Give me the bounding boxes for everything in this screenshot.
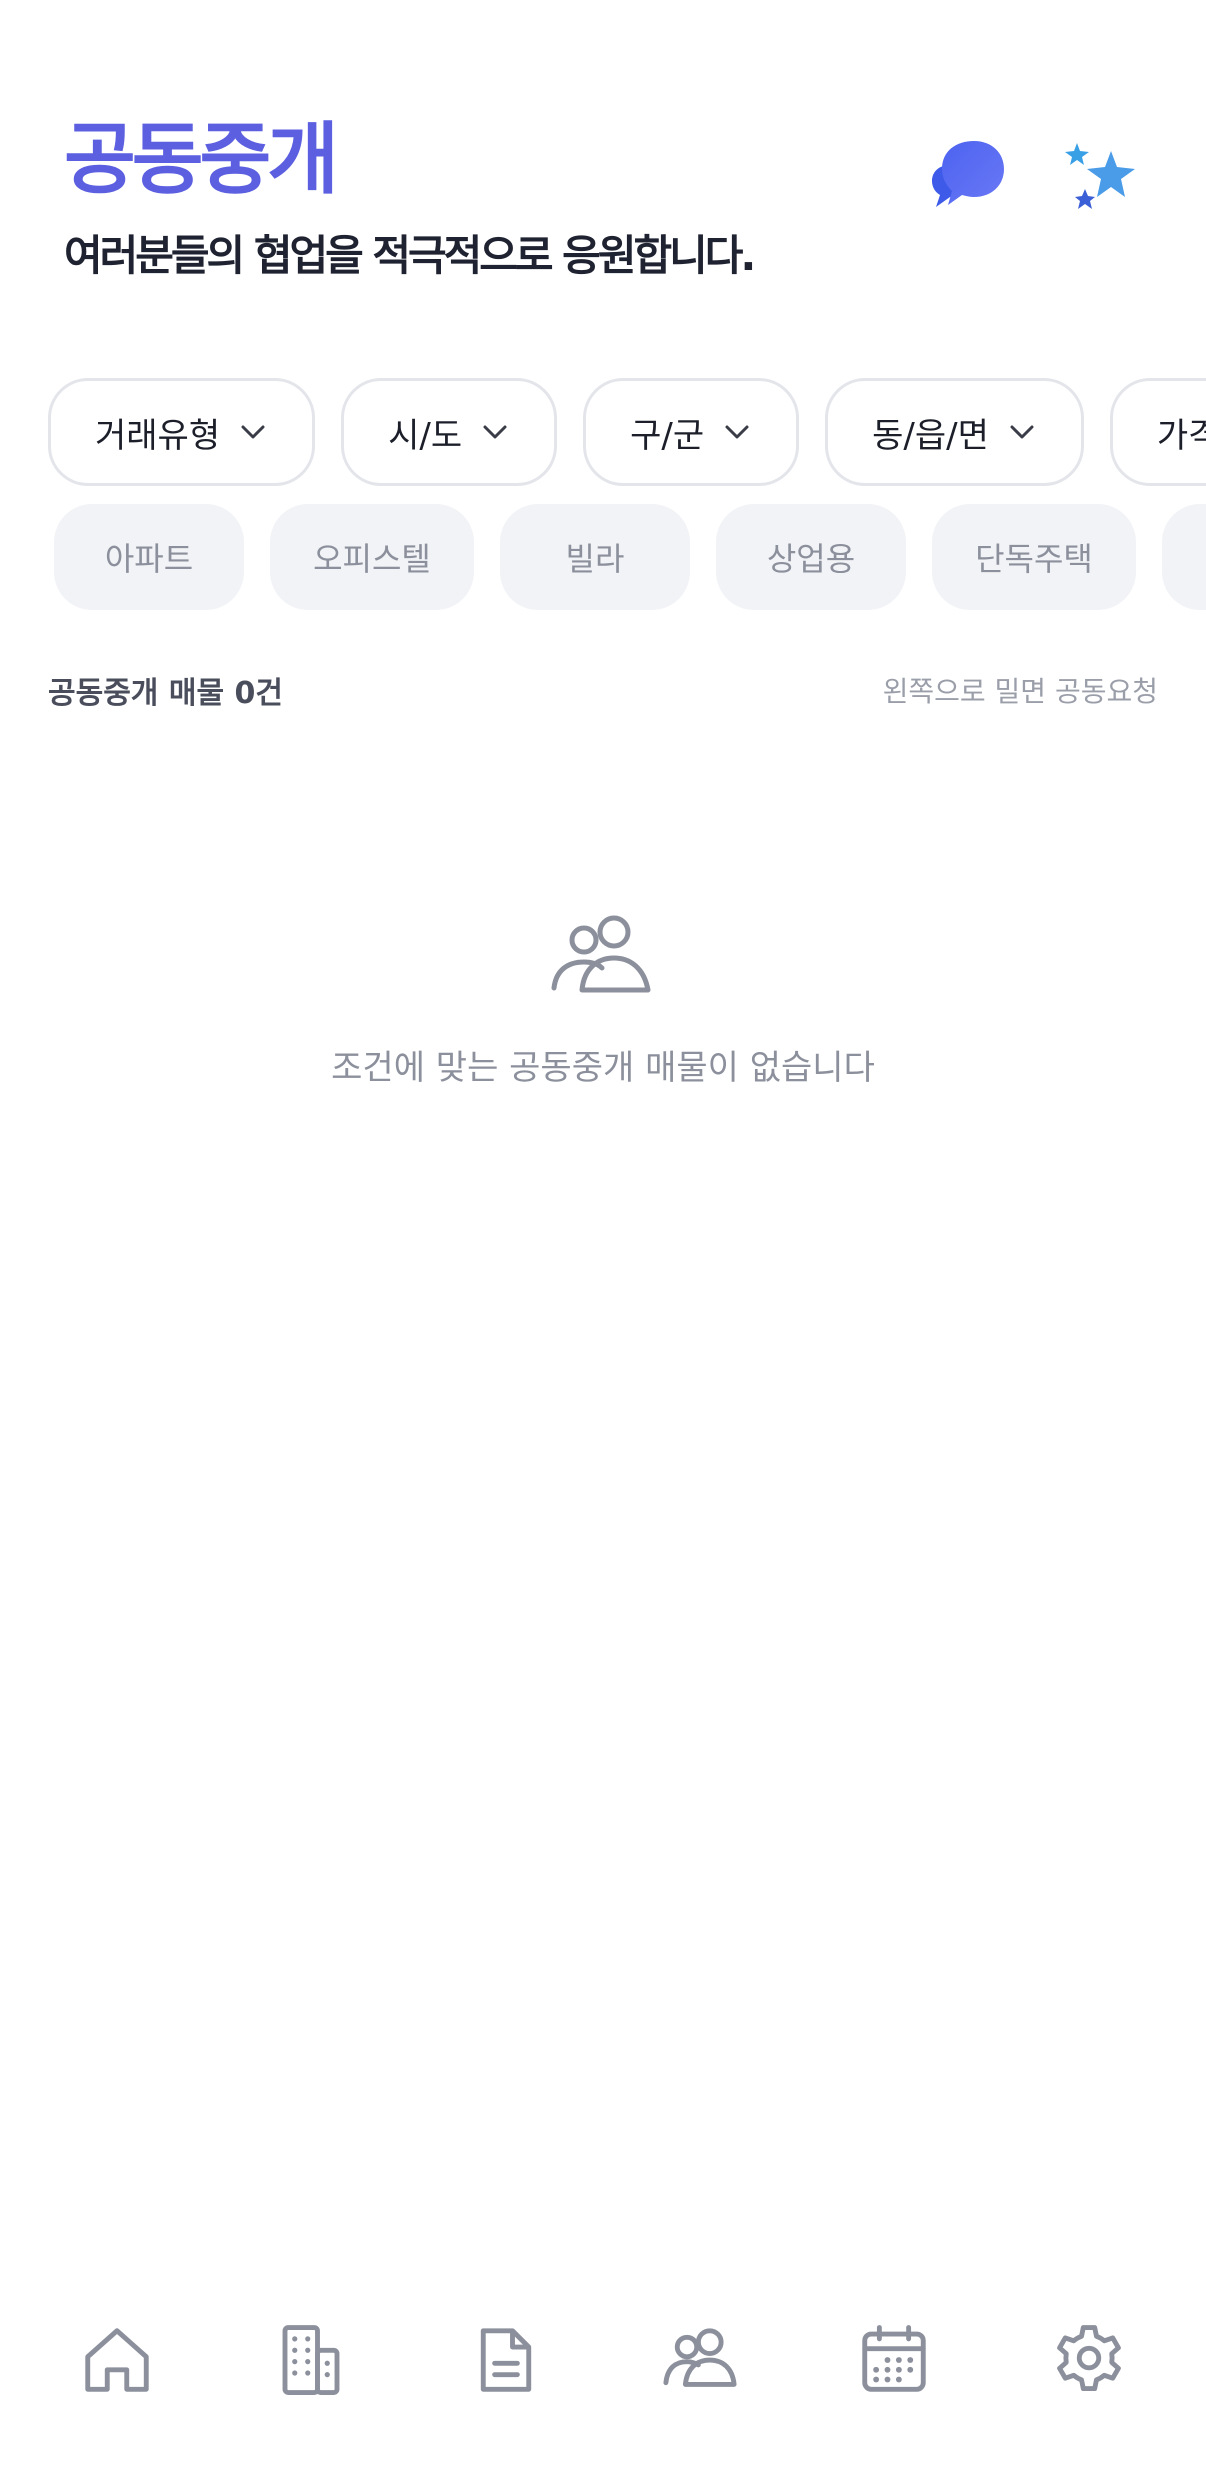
gear-icon — [1056, 2325, 1121, 2392]
filter-label: 가격 — [1156, 415, 1206, 456]
type-chip-detached-house[interactable]: 단독주택 — [932, 504, 1136, 610]
nav-calendar[interactable] — [844, 2310, 944, 2410]
users-icon — [663, 2328, 737, 2387]
page-header: 공동중개 여러분들의 협업을 적극적으로 응원합니다. — [64, 115, 756, 283]
filter-dropdown-row: 거래유형 시/도 구/군 동/읍/면 가격 — [48, 378, 1206, 486]
nav-documents[interactable] — [456, 2310, 556, 2410]
building-icon — [283, 2325, 340, 2395]
page-title: 공동중개 — [64, 115, 339, 205]
empty-state-message: 조건에 맞는 공동중개 매물이 없습니다 — [331, 1048, 875, 1088]
filter-transaction-type[interactable]: 거래유형 — [48, 378, 316, 486]
filter-neighborhood[interactable]: 동/읍/면 — [825, 378, 1084, 486]
nav-buildings[interactable] — [261, 2310, 361, 2410]
document-icon — [480, 2328, 531, 2392]
type-chip-more[interactable] — [1162, 504, 1206, 610]
filter-label: 거래유형 — [95, 415, 221, 456]
property-type-row: 아파트 오피스텔 빌라 상업용 단독주택 — [54, 504, 1206, 610]
sparkle-icon[interactable] — [1058, 130, 1148, 220]
filter-province[interactable]: 시/도 — [341, 378, 558, 486]
nav-settings[interactable] — [1039, 2310, 1139, 2410]
calendar-icon — [862, 2325, 927, 2392]
type-chip-apartment[interactable]: 아파트 — [54, 504, 244, 610]
chat-bubble-icon[interactable] — [920, 130, 1010, 220]
joint-brokerage-page: 공동중개 여러분들의 협업을 적극적으로 응원합니다. 거래유형 시/도 구/군… — [0, 0, 1206, 2484]
listing-count: 공동중개 매물 0건 — [48, 676, 283, 711]
swipe-hint: 왼쪽으로 밀면 공동요청 — [882, 675, 1158, 708]
filter-label: 동/읍/면 — [872, 415, 989, 456]
type-chip-officetel[interactable]: 오피스텔 — [270, 504, 474, 610]
chevron-down-icon — [1010, 425, 1034, 439]
listing-count-row: 공동중개 매물 0건 왼쪽으로 밀면 공동요청 — [48, 668, 1158, 712]
filter-district[interactable]: 구/군 — [583, 378, 800, 486]
chevron-down-icon — [725, 425, 749, 439]
users-icon — [551, 915, 651, 993]
filter-label: 구/군 — [630, 415, 705, 456]
type-chip-villa[interactable]: 빌라 — [500, 504, 690, 610]
bottom-navigation — [0, 2300, 1206, 2420]
page-subtitle: 여러분들의 협업을 적극적으로 응원합니다. — [64, 230, 756, 280]
chevron-down-icon — [241, 425, 265, 439]
home-icon — [85, 2328, 149, 2392]
nav-joint-brokerage[interactable] — [650, 2310, 750, 2410]
chevron-down-icon — [483, 425, 507, 439]
header-actions — [920, 130, 1148, 220]
filter-label: 시/도 — [388, 415, 463, 456]
type-chip-commercial[interactable]: 상업용 — [716, 504, 906, 610]
nav-home[interactable] — [67, 2310, 167, 2410]
empty-state: 조건에 맞는 공동중개 매물이 없습니다 — [0, 910, 1206, 1089]
filter-price[interactable]: 가격 — [1109, 378, 1206, 486]
